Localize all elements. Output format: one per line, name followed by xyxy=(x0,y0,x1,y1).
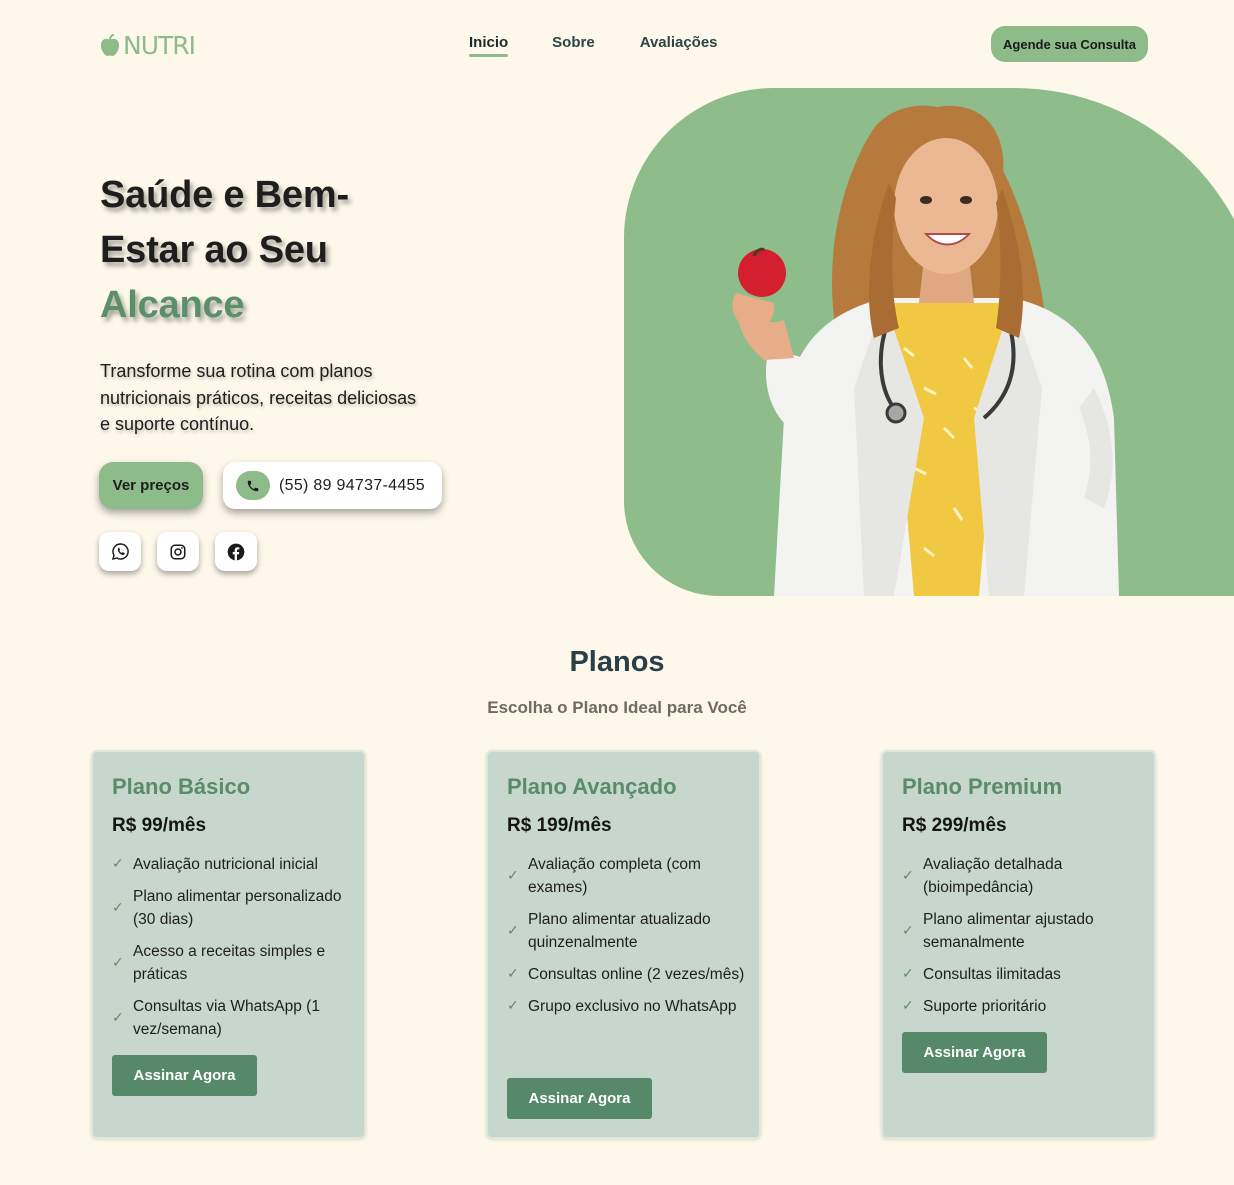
feature-item: ✓ Consultas online (2 vezes/mês) xyxy=(507,963,747,986)
hero-image xyxy=(624,88,1234,596)
hero-description: Transforme sua rotina com planos nutrici… xyxy=(100,361,417,434)
instagram-link[interactable] xyxy=(157,532,199,571)
nav-inicio[interactable]: Inicio xyxy=(469,34,509,57)
plans-title: Planos xyxy=(569,646,665,678)
feature-item: ✓ Plano alimentar ajustado semanalmente xyxy=(902,911,1094,951)
check-icon: ✓ xyxy=(112,856,124,872)
social-links xyxy=(99,532,257,571)
feature-item: ✓ Grupo exclusivo no WhatsApp xyxy=(507,995,747,1018)
feature-item: ✓ Acesso a receitas simples e práticas xyxy=(112,943,326,983)
hero-title-line-2: Estar ao Seu xyxy=(100,229,328,271)
plan-features: ✓ Avaliação nutricional inicial ✓ Plano al… xyxy=(112,853,352,1050)
site-header: NUTRI Inicio Sobre Avaliações Agende sua… xyxy=(0,0,1234,88)
check-icon: ✓ xyxy=(507,922,519,939)
plan-price: R$ 199/mês xyxy=(507,815,612,836)
hero-title: Saúde e Bem- Estar ao Seu Alcance xyxy=(100,168,420,333)
apple-logo-icon xyxy=(101,33,119,56)
subscribe-button[interactable]: Assinar Agora xyxy=(112,1055,257,1096)
plan-price: R$ 99/mês xyxy=(112,815,207,836)
check-icon: ✓ xyxy=(902,922,914,939)
nav-sobre[interactable]: Sobre xyxy=(552,34,595,51)
check-icon: ✓ xyxy=(112,899,124,916)
subscribe-button[interactable]: Assinar Agora xyxy=(507,1078,652,1119)
feature-item: ✓ Plano alimentar atualizado quinzenalmen… xyxy=(507,911,711,951)
feature-item: ✓ Avaliação completa (com exames) xyxy=(507,856,701,896)
feature-item: ✓ Suporte prioritário xyxy=(902,995,1142,1018)
feature-item: ✓ Consultas ilimitadas xyxy=(902,963,1142,986)
facebook-icon xyxy=(227,543,245,560)
view-prices-button[interactable]: Ver preços xyxy=(99,462,203,509)
plan-features: ✓ Avaliação completa (com exames) ✓ Plano … xyxy=(507,853,747,1027)
check-icon: ✓ xyxy=(112,954,124,971)
plan-card-basico: Plano Básico R$ 99/mês ✓ Avaliação nutric… xyxy=(91,750,366,1139)
feature-item: ✓ Consultas via WhatsApp (1 vez/semana) xyxy=(112,998,320,1038)
plan-card-avancado: Plano Avançado R$ 199/mês ✓ Avaliação com… xyxy=(486,750,761,1139)
check-icon: ✓ xyxy=(902,998,914,1014)
plan-card-premium: Plano Premium R$ 299/mês ✓ Avaliação deta… xyxy=(881,750,1156,1139)
whatsapp-link[interactable] xyxy=(99,532,141,571)
logo[interactable]: NUTRI xyxy=(99,31,196,60)
nav-avaliacoes[interactable]: Avaliações xyxy=(640,34,718,51)
feature-item: ✓ Avaliação detalhada (bioimpedância) xyxy=(902,856,1063,896)
check-icon: ✓ xyxy=(112,1009,124,1026)
schedule-consultation-button[interactable]: Agende sua Consulta xyxy=(991,26,1148,62)
hero-title-accent: Alcance xyxy=(100,284,245,326)
plan-name: Plano Premium xyxy=(902,774,1063,799)
nutritionist-illustration xyxy=(732,105,1119,596)
logo-text: NUTRI xyxy=(123,31,196,60)
plan-name: Plano Avançado xyxy=(507,774,677,799)
plan-name: Plano Básico xyxy=(112,774,251,799)
check-icon: ✓ xyxy=(507,966,519,982)
plan-features: ✓ Avaliação detalhada (bioimpedância) ✓ Pl… xyxy=(902,853,1142,1027)
check-icon: ✓ xyxy=(902,966,914,982)
subscribe-button[interactable]: Assinar Agora xyxy=(902,1032,1047,1073)
feature-item: ✓ Plano alimentar personalizado (30 dias) xyxy=(112,888,342,928)
main-nav: Inicio Sobre Avaliações xyxy=(469,34,718,57)
check-icon: ✓ xyxy=(507,867,519,884)
hero-title-line-1: Saúde e Bem- xyxy=(100,174,349,216)
phone-icon xyxy=(236,471,270,500)
instagram-icon xyxy=(170,544,186,559)
phone-button[interactable]: (55) 89 94737-4455 xyxy=(223,462,442,509)
feature-item: ✓ Avaliação nutricional inicial xyxy=(112,853,352,876)
plans-subtitle: Escolha o Plano Ideal para Você xyxy=(487,698,747,717)
facebook-link[interactable] xyxy=(215,532,257,571)
check-icon: ✓ xyxy=(902,867,914,884)
plan-price: R$ 299/mês xyxy=(902,815,1007,836)
check-icon: ✓ xyxy=(507,998,519,1014)
whatsapp-icon xyxy=(111,543,129,561)
phone-number: (55) 89 94737-4455 xyxy=(279,476,425,494)
